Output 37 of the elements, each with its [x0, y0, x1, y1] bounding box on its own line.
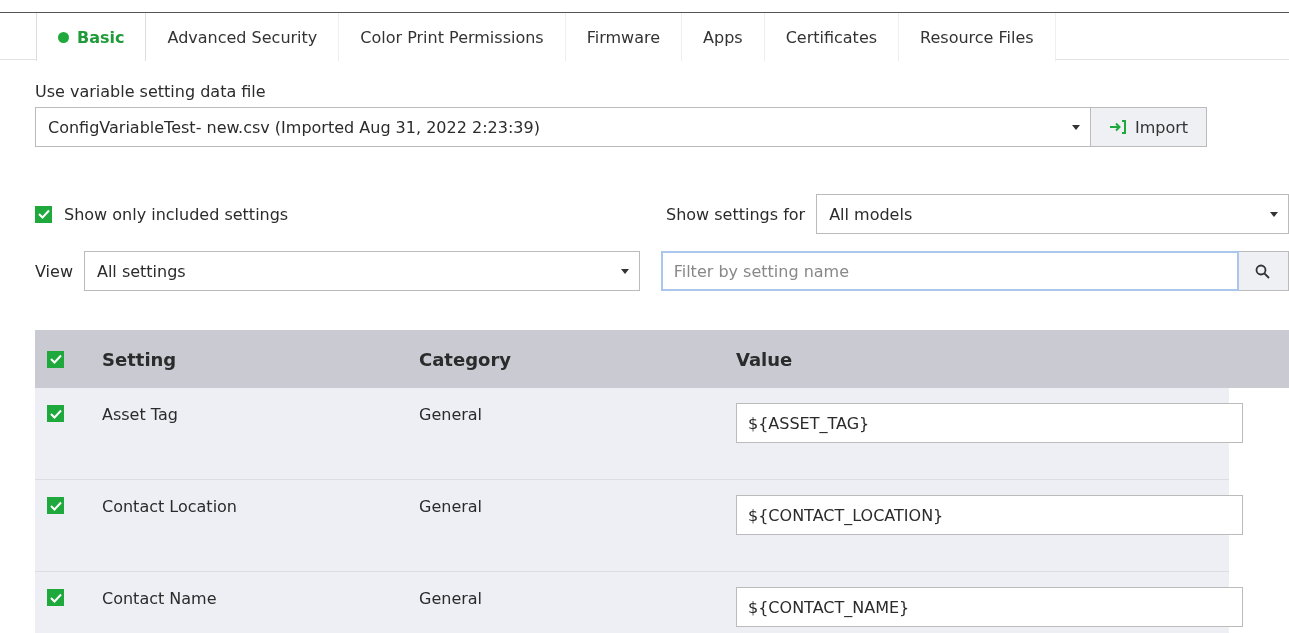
search-button[interactable] [1239, 251, 1289, 291]
view-dropdown[interactable]: All settings [83, 251, 640, 291]
models-dropdown[interactable]: All models [816, 194, 1289, 234]
setting-name: Contact Location [102, 497, 238, 516]
import-button[interactable]: Import [1091, 107, 1207, 147]
tab[interactable]: Apps [682, 13, 765, 61]
category: General [419, 589, 484, 608]
column-header: Value [736, 348, 794, 370]
category: General [419, 497, 484, 516]
data-file-dropdown[interactable]: ConfigVariableTest- new.csv (Imported Aug 31, 2022 2:23:39) [35, 107, 1091, 147]
checkbox[interactable] [47, 497, 64, 514]
data-file-label: Use variable setting data file [35, 82, 267, 101]
column-header: Category [419, 348, 513, 370]
tab[interactable]: Basic [36, 13, 147, 61]
category: General [419, 405, 484, 424]
value-field[interactable]: ${CONTACT_LOCATION} [736, 495, 1243, 535]
tab[interactable]: Advanced Security [146, 13, 340, 61]
checkbox[interactable] [47, 589, 64, 606]
setting-name: Contact Name [102, 589, 218, 608]
tab[interactable]: Firmware [565, 13, 683, 61]
show-included-label: Show only included settings [64, 204, 289, 224]
search-icon [1255, 263, 1271, 279]
filter-field[interactable]: Filter by setting name [660, 251, 1240, 291]
checkbox[interactable] [47, 405, 64, 422]
status-dot-icon [58, 31, 69, 43]
view-label: View [35, 261, 73, 281]
column-header: Setting [102, 348, 178, 370]
tab[interactable]: Color Print Permissions [339, 13, 566, 61]
show-settings-for-label: Show settings for [666, 204, 806, 224]
checkbox[interactable] [47, 350, 64, 368]
checkbox[interactable] [35, 205, 52, 223]
value-field[interactable]: ${CONTACT_NAME} [736, 587, 1243, 627]
value-field[interactable]: ${ASSET_TAG} [736, 403, 1243, 443]
setting-name: Asset Tag [102, 405, 179, 424]
import-arrow-icon [1108, 120, 1127, 134]
tab[interactable]: Resource Files [899, 13, 1056, 61]
tab[interactable]: Certificates [764, 13, 900, 61]
